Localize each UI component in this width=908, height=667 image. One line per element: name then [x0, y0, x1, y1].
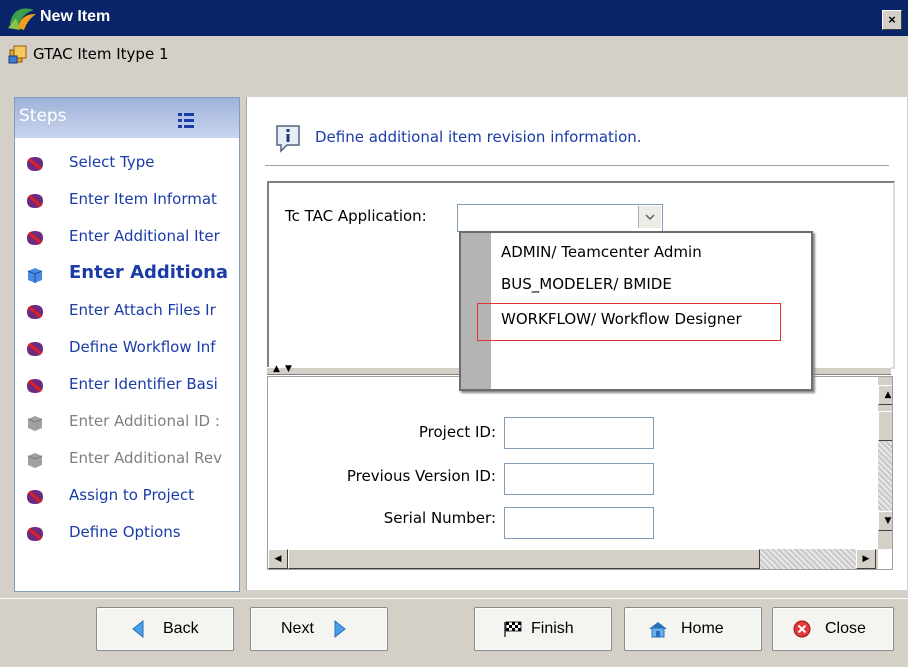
step-done-icon	[27, 231, 43, 245]
collapse-up-icon[interactable]: ▲	[273, 364, 280, 374]
step-label: Define Options	[69, 523, 181, 541]
step-label: Enter Additional ID :	[69, 412, 220, 430]
step-done-icon	[27, 527, 43, 541]
field-row: Project ID:	[268, 417, 496, 449]
scroll-left-button[interactable]: ◀	[268, 549, 288, 569]
serial-number-input[interactable]	[504, 507, 654, 539]
wizard-footer: Back Next Finish Home Close	[0, 598, 908, 667]
steps-panel: Steps Select Type Enter Item Informat En…	[14, 97, 240, 592]
tc-tac-application-label: Tc TAC Application:	[285, 207, 427, 225]
checkered-flag-icon	[504, 621, 522, 637]
step-label: Enter Identifier Basi	[69, 375, 218, 393]
next-label: Next	[281, 620, 314, 637]
scroll-up-button[interactable]: ▲	[878, 385, 892, 405]
serial-number-label: Serial Number:	[383, 509, 496, 527]
step-done-icon	[27, 342, 43, 356]
horizontal-scroll-thumb[interactable]	[288, 549, 760, 569]
home-icon	[649, 622, 667, 638]
list-icon[interactable]	[177, 111, 195, 129]
step-enter-additional-rev: Enter Additional Rev	[15, 444, 239, 474]
option-highlight	[477, 303, 781, 341]
project-id-input[interactable]	[504, 417, 654, 449]
option-bus-modeler[interactable]: BUS_MODELER/ BMIDE	[501, 275, 672, 293]
home-label: Home	[681, 620, 724, 637]
step-label: Enter Additiona	[69, 262, 229, 283]
step-enter-additional-item[interactable]: Enter Additional Iter	[15, 222, 239, 252]
horizontal-scroll-track[interactable]	[760, 549, 856, 569]
application-frame: Tc TAC Application: ADMIN/ Teamcenter Ad…	[267, 181, 895, 391]
item-type-icon	[8, 45, 27, 64]
step-enter-item-information[interactable]: Enter Item Informat	[15, 185, 239, 215]
new-item-dialog: New Item × GTAC Item Itype 1 Steps Selec…	[0, 0, 908, 667]
home-button[interactable]: Home	[624, 607, 762, 651]
step-define-options[interactable]: Define Options	[15, 518, 239, 548]
item-type-bar: GTAC Item Itype 1	[0, 36, 908, 70]
finish-label: Finish	[531, 620, 574, 637]
previous-version-id-label: Previous Version ID:	[346, 467, 496, 485]
vertical-scrollbar[interactable]: ▲ ▼	[878, 377, 892, 549]
tc-tac-application-combo[interactable]	[457, 204, 663, 232]
step-label: Select Type	[69, 153, 155, 171]
step-label: Enter Additional Iter	[69, 227, 220, 245]
scroll-down-button[interactable]: ▼	[878, 511, 892, 531]
back-label: Back	[163, 620, 199, 637]
step-select-type[interactable]: Select Type	[15, 148, 239, 178]
close-circle-icon	[793, 620, 811, 638]
step-current[interactable]: Enter Additiona	[15, 259, 239, 289]
step-enter-additional-id: Enter Additional ID :	[15, 407, 239, 437]
field-row: Serial Number:	[268, 507, 496, 539]
teamcenter-logo-icon	[8, 8, 36, 30]
scroll-right-button[interactable]: ▶	[856, 549, 876, 569]
info-message: Define additional item revision informat…	[315, 128, 642, 146]
previous-version-id-input[interactable]	[504, 463, 654, 495]
arrow-right-icon	[334, 620, 346, 638]
info-icon	[276, 125, 300, 153]
step-label: Define Workflow Inf	[69, 338, 216, 356]
window-title: New Item	[40, 8, 111, 25]
fields-frame: Project ID: Previous Version ID: Serial …	[267, 376, 893, 570]
step-enter-attach-files[interactable]: Enter Attach Files Ir	[15, 296, 239, 326]
close-label: Close	[825, 620, 866, 637]
step-label: Assign to Project	[69, 486, 195, 504]
finish-button[interactable]: Finish	[474, 607, 612, 651]
step-label: Enter Additional Rev	[69, 449, 222, 467]
combo-dropdown-button[interactable]	[638, 206, 661, 228]
step-disabled-icon	[27, 453, 43, 468]
main-panel: Define additional item revision informat…	[246, 97, 907, 590]
scroll-thumb[interactable]	[878, 411, 892, 441]
steps-header: Steps	[15, 98, 239, 138]
step-done-icon	[27, 490, 43, 504]
step-assign-to-project[interactable]: Assign to Project	[15, 481, 239, 511]
step-done-icon	[27, 379, 43, 393]
application-dropdown-list[interactable]: ADMIN/ Teamcenter Admin BUS_MODELER/ BMI…	[459, 231, 813, 391]
title-bar[interactable]: New Item ×	[0, 0, 908, 36]
step-label: Enter Item Informat	[69, 190, 217, 208]
step-enter-identifier[interactable]: Enter Identifier Basi	[15, 370, 239, 400]
chevron-down-icon	[645, 214, 655, 221]
field-row: Previous Version ID:	[268, 463, 496, 495]
project-id-label: Project ID:	[418, 423, 496, 441]
steps-title: Steps	[19, 106, 67, 126]
separator	[265, 165, 889, 166]
step-label: Enter Attach Files Ir	[69, 301, 216, 319]
option-admin[interactable]: ADMIN/ Teamcenter Admin	[501, 243, 702, 261]
window-close-button[interactable]: ×	[882, 10, 902, 30]
collapse-down-icon[interactable]: ▼	[285, 364, 292, 374]
item-type-label: GTAC Item Itype 1	[33, 45, 169, 63]
step-done-icon	[27, 194, 43, 208]
arrow-left-icon	[132, 620, 144, 638]
step-disabled-icon	[27, 416, 43, 431]
step-done-icon	[27, 157, 43, 171]
scroll-track[interactable]	[878, 441, 892, 511]
step-done-icon	[27, 305, 43, 319]
back-button[interactable]: Back	[96, 607, 234, 651]
close-button[interactable]: Close	[772, 607, 894, 651]
step-define-workflow[interactable]: Define Workflow Inf	[15, 333, 239, 363]
next-button[interactable]: Next	[250, 607, 388, 651]
horizontal-scrollbar[interactable]: ◀ ▶	[268, 549, 878, 569]
step-current-icon	[27, 268, 43, 283]
